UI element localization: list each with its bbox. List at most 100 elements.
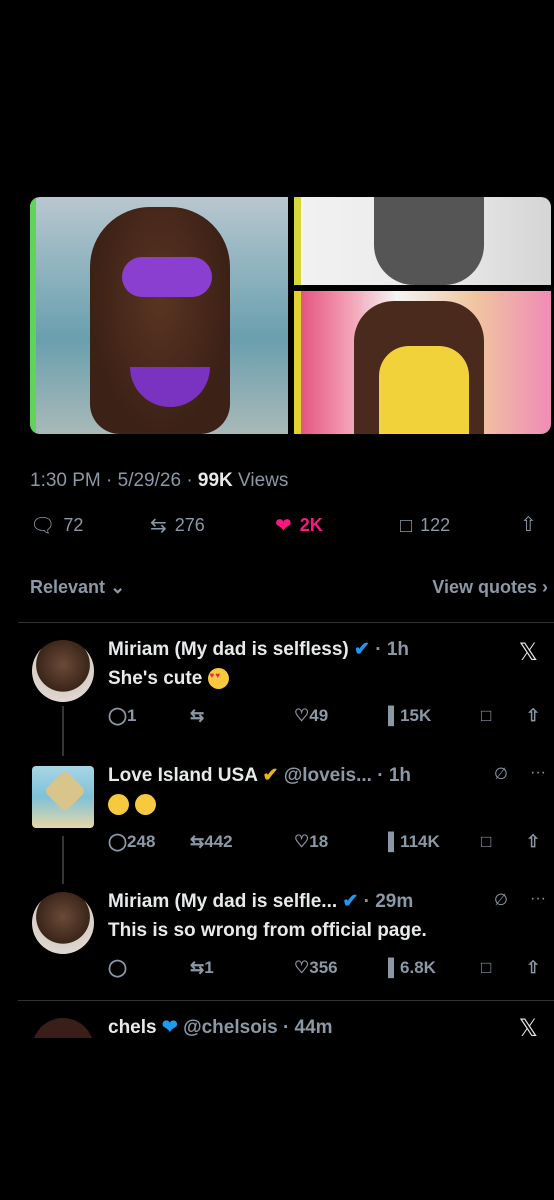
swimsuit-top: [122, 257, 212, 297]
share-icon[interactable]: ⇧: [526, 958, 540, 978]
repost-button[interactable]: ⇆: [190, 706, 204, 726]
reply-text-content: She's cute: [108, 668, 203, 689]
chevron-right-icon: ›: [542, 577, 548, 597]
view-quotes-link[interactable]: View quotes ›: [432, 577, 548, 598]
avatar[interactable]: [32, 1018, 94, 1038]
grok-icon[interactable]: 𝕏: [519, 638, 538, 667]
views-button[interactable]: ▌ 114K: [388, 832, 440, 852]
reply-time: · 1h: [375, 639, 410, 660]
bookmark-button[interactable]: □ 122: [400, 515, 450, 536]
repost-button[interactable]: ⇆ 442: [190, 832, 233, 852]
grok-icon[interactable]: 𝕏: [519, 1014, 538, 1038]
reply-actions: ◯ 248 ⇆ 442 ♡ 18 ▌ 114K □ ⇧: [108, 832, 548, 856]
reply-text: She's cute: [108, 668, 235, 690]
repost-button[interactable]: ⇆ 276: [150, 515, 205, 536]
heart-eyes-emoji: [207, 668, 229, 690]
bookmark-icon[interactable]: □: [481, 832, 491, 852]
reply-time: · 29m: [363, 891, 414, 912]
share-icon[interactable]: ⇧: [526, 706, 540, 726]
more-icon[interactable]: ···: [530, 764, 546, 782]
reply-icon: 🗨: [30, 514, 56, 537]
bookmark-count: 122: [420, 515, 451, 535]
sort-dropdown[interactable]: Relevant ⌄: [30, 577, 125, 597]
like-count: 2K: [299, 515, 323, 535]
post-media-grid[interactable]: [30, 197, 551, 434]
reply-actions: ◯ 1 ⇆ ♡ 49 ▌ 15K □ ⇧: [108, 706, 548, 730]
reply-button[interactable]: ◯ 1: [108, 706, 137, 726]
reply-count: 248: [127, 832, 156, 851]
reply-button[interactable]: ◯: [108, 958, 127, 978]
heart-logo: [43, 769, 87, 813]
yellow-dress: [379, 346, 469, 434]
verified-icon: ✔: [342, 891, 359, 912]
author-name: Love Island USA: [108, 765, 258, 786]
reply-author[interactable]: Love Island USA ✔ @loveis... · 1h: [108, 764, 411, 787]
views-button[interactable]: ▌ 15K: [388, 706, 431, 726]
view-count: 15K: [400, 706, 432, 725]
divider: [18, 622, 554, 623]
media-image-2[interactable]: [294, 197, 551, 285]
reply-time: · 44m: [282, 1017, 333, 1038]
views-button[interactable]: ▌ 6.8K: [388, 958, 436, 978]
reply-author[interactable]: Miriam (My dad is selfle... ✔ · 29m: [108, 890, 413, 913]
reply-count: 1: [127, 706, 137, 725]
reply-item[interactable]: chels ❤ @chelsois · 44m 𝕏: [0, 1014, 554, 1038]
view-count: 6.8K: [400, 958, 436, 977]
share-icon: ⇧: [520, 514, 537, 536]
replies-sort-row: Relevant ⌄ View quotes ›: [30, 577, 548, 598]
repost-button[interactable]: ⇆ 1: [190, 958, 214, 978]
bookmark-icon[interactable]: □: [481, 958, 491, 978]
repost-count: 442: [204, 832, 233, 851]
grok-icon[interactable]: ∅: [494, 764, 508, 784]
thread-line: [62, 706, 64, 756]
author-name: chels: [108, 1017, 157, 1038]
reply-time: · 1h: [377, 765, 411, 786]
reply-text: This is so wrong from official page.: [108, 920, 427, 942]
post-timestamp[interactable]: 1:30 PM · 5/29/26 ·: [30, 470, 198, 491]
author-name: Miriam (My dad is selfle...: [108, 891, 338, 912]
share-button[interactable]: ⇧: [520, 515, 537, 535]
like-count: 18: [309, 832, 329, 851]
like-button[interactable]: ❤ 2K: [275, 515, 323, 536]
avatar[interactable]: [32, 640, 94, 702]
image-accent-bar: [294, 291, 301, 434]
bookmark-icon: □: [400, 514, 413, 537]
like-button[interactable]: ♡ 18: [294, 832, 328, 852]
reply-button[interactable]: 🗨 72: [30, 515, 83, 536]
grok-icon[interactable]: ∅: [494, 890, 508, 910]
view-count: 114K: [400, 832, 440, 851]
more-icon[interactable]: ···: [530, 890, 546, 908]
reply-author[interactable]: Miriam (My dad is selfless) ✔ · 1h: [108, 638, 409, 661]
divider: [18, 1000, 554, 1001]
repost-count: 1: [204, 958, 214, 977]
author-handle: @loveis...: [283, 765, 372, 786]
post-views-label: Views: [232, 470, 289, 491]
reply-text: [108, 794, 162, 816]
author-name: Miriam (My dad is selfless): [108, 639, 349, 660]
reply-author[interactable]: chels ❤ @chelsois · 44m: [108, 1016, 333, 1038]
like-count: 49: [309, 706, 329, 725]
like-button[interactable]: ♡ 49: [294, 706, 328, 726]
share-icon[interactable]: ⇧: [526, 832, 540, 852]
media-image-1[interactable]: [30, 197, 288, 434]
avatar[interactable]: [32, 766, 94, 828]
image-accent-bar: [294, 197, 301, 285]
verified-icon: ✔: [262, 765, 279, 786]
thread-line: [62, 836, 64, 884]
blue-heart-emoji: ❤: [161, 1017, 178, 1038]
avatar[interactable]: [32, 892, 94, 954]
reply-actions: ◯ ⇆ 1 ♡ 356 ▌ 6.8K □ ⇧: [108, 958, 548, 982]
person-figure: [374, 197, 484, 285]
reply-button[interactable]: ◯ 248: [108, 832, 155, 852]
media-image-3[interactable]: [294, 291, 551, 434]
heart-icon: ❤: [275, 514, 292, 537]
like-count: 356: [309, 958, 338, 977]
verified-icon: ✔: [354, 639, 370, 660]
view-quotes-label: View quotes: [432, 577, 537, 597]
author-handle: @chelsois: [183, 1017, 278, 1038]
chevron-down-icon: ⌄: [110, 577, 126, 597]
smile-emoji: [108, 794, 129, 816]
bookmark-icon[interactable]: □: [481, 706, 491, 726]
post-action-bar: 🗨 72 ⇆ 276 ❤ 2K □ 122 ⇧: [30, 515, 550, 545]
like-button[interactable]: ♡ 356: [294, 958, 338, 978]
